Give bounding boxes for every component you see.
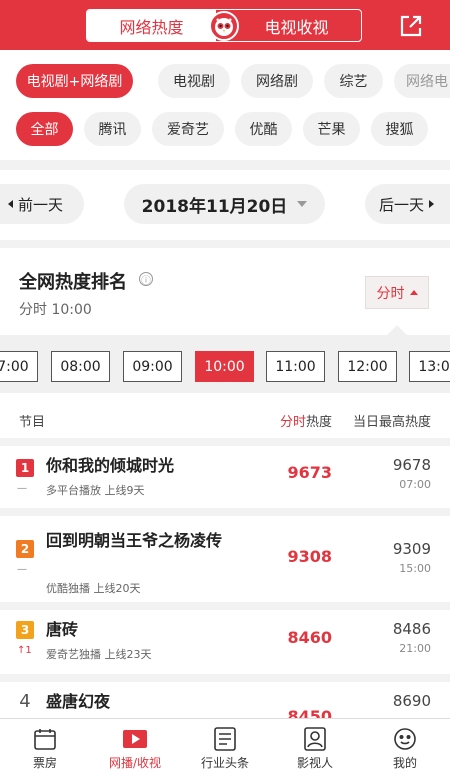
- tab-industry-news-label: 行业头条: [200, 756, 249, 770]
- program-max-time: 15:00: [399, 562, 431, 575]
- date-navigation: 前一天 2018年11月20日 后一天: [0, 170, 450, 240]
- table-row[interactable]: 1 — 你和我的倾城时光 多平台播放 上线9天 9673 9678 07:00: [0, 438, 450, 508]
- table-row[interactable]: 2 — 回到明朝当王爷之杨凌传 优酷独播 上线20天 9308 9309 15:…: [0, 508, 450, 602]
- source-tab-all[interactable]: 全部: [16, 112, 73, 146]
- chevron-down-icon: [297, 201, 308, 207]
- platform-tab-tv-plus-web[interactable]: 电视剧+网络剧: [16, 64, 133, 98]
- program-name: 回到明朝当王爷之杨凌传: [46, 531, 223, 550]
- tab-streaming-ratings-label: 网播/收视: [108, 756, 162, 770]
- chevron-up-icon: [409, 290, 418, 295]
- tab-streaming-ratings[interactable]: 网播/收视: [90, 719, 180, 774]
- current-date: 2018年11月20日: [141, 196, 288, 217]
- program-heat: 8450: [287, 707, 332, 718]
- time-slot-1100[interactable]: 11:00: [266, 351, 325, 382]
- tab-network-heat[interactable]: 网络热度: [87, 10, 216, 41]
- time-slot-strip[interactable]: 07:00 08:00 09:00 10:00 11:00 12:00 13:0…: [0, 335, 450, 393]
- table-row[interactable]: 4 盛唐幻夜 8450 8690: [0, 674, 450, 718]
- category-filters: 电视剧+网络剧 电视剧 网络剧 综艺 网络电 全部 腾讯 爱奇艺 优酷 芒果 搜…: [0, 50, 450, 160]
- program-max-time: 07:00: [399, 478, 431, 491]
- program-name: 盛唐幻夜: [46, 692, 111, 711]
- program-max-heat: 9309: [392, 540, 431, 558]
- calendar-icon: [34, 729, 56, 750]
- ranking-subtitle: 分时 10:00: [19, 302, 92, 318]
- platform-tab-web-movie[interactable]: 网络电: [394, 64, 450, 98]
- program-max-heat: 8486: [392, 620, 431, 638]
- platform-tab-variety[interactable]: 综艺: [324, 64, 383, 98]
- rank-badge: 3: [16, 621, 34, 639]
- program-max-heat: 8690: [392, 692, 431, 710]
- share-icon[interactable]: [398, 13, 424, 39]
- person-card-icon: [304, 727, 326, 751]
- source-tab-sohu[interactable]: 搜狐: [371, 112, 428, 146]
- ranking-title: 全网热度排名: [19, 272, 127, 293]
- column-program: 节目: [19, 415, 46, 430]
- time-slot-0900[interactable]: 09:00: [123, 351, 182, 382]
- column-heat[interactable]: 分时热度: [280, 411, 332, 430]
- tab-film-people[interactable]: 影视人: [270, 719, 360, 774]
- program-heat: 9308: [287, 547, 332, 566]
- program-meta: 爱奇艺独播 上线23天: [46, 648, 152, 661]
- table-row[interactable]: 3 ↑1 唐砖 爱奇艺独播 上线23天 8460 8486 21:00: [0, 602, 450, 674]
- time-mode-toggle[interactable]: 分时: [365, 276, 429, 309]
- table-header: 节目 分时热度 当日最高热度: [0, 403, 450, 438]
- play-icon: [123, 730, 147, 748]
- program-heat: 8460: [287, 628, 332, 647]
- profile-icon: [394, 728, 416, 750]
- bottom-tab-bar: 票房 网播/收视 行业头条 影视人 我的: [0, 718, 450, 774]
- rank-badge: 1: [16, 459, 34, 477]
- heat-rating-switch: 网络热度 电视收视: [86, 9, 362, 42]
- column-daily-max[interactable]: 当日最高热度: [353, 411, 431, 430]
- info-icon[interactable]: ⓘ: [139, 272, 153, 287]
- time-slot-0800[interactable]: 08:00: [51, 351, 110, 382]
- platform-tab-tv[interactable]: 电视剧: [158, 64, 230, 98]
- rank-badge: 4: [19, 690, 31, 712]
- source-tab-iqiyi[interactable]: 爱奇艺: [152, 112, 224, 146]
- source-tab-tencent[interactable]: 腾讯: [84, 112, 141, 146]
- tab-profile-label: 我的: [392, 756, 417, 770]
- rank-trend: ↑1: [17, 645, 32, 656]
- prev-day-label: 前一天: [18, 195, 64, 214]
- program-heat: 9673: [287, 463, 332, 482]
- rank-badge: 2: [16, 540, 34, 558]
- program-name: 唐砖: [46, 620, 79, 639]
- column-heat-label: 热度: [305, 415, 332, 430]
- program-meta: 多平台播放 上线9天: [46, 484, 145, 497]
- date-picker[interactable]: 2018年11月20日: [124, 184, 325, 224]
- rank-trend: —: [17, 564, 27, 575]
- prev-day-button[interactable]: 前一天: [0, 184, 84, 224]
- owl-mascot-icon: [209, 11, 239, 41]
- time-slot-1300[interactable]: 13:00: [409, 351, 450, 382]
- column-heat-prefix: 分时: [279, 415, 306, 430]
- source-tab-mango[interactable]: 芒果: [303, 112, 360, 146]
- tab-box-office[interactable]: 票房: [0, 719, 90, 774]
- tab-industry-news[interactable]: 行业头条: [180, 719, 270, 774]
- caret-right-icon: [429, 200, 435, 208]
- program-name: 你和我的倾城时光: [46, 456, 175, 475]
- caret-left-icon: [8, 200, 13, 208]
- program-meta: 优酷独播 上线20天: [46, 582, 141, 595]
- next-day-label: 后一天: [379, 195, 425, 214]
- ranking-panel: 全网热度排名 ⓘ 分时 10:00 分时 07:00 08:00 09:00 1…: [0, 248, 450, 718]
- rank-trend: —: [17, 483, 27, 494]
- time-slot-1200[interactable]: 12:00: [338, 351, 397, 382]
- time-mode-label: 分时: [376, 285, 405, 302]
- program-max-time: 21:00: [399, 642, 431, 655]
- tab-film-people-label: 影视人: [296, 756, 333, 770]
- source-tab-youku[interactable]: 优酷: [235, 112, 292, 146]
- time-slot-1000[interactable]: 10:00: [195, 351, 254, 382]
- top-header: 网络热度 电视收视: [0, 0, 450, 50]
- news-icon: [214, 727, 236, 751]
- platform-tab-web[interactable]: 网络剧: [241, 64, 313, 98]
- time-slot-0700[interactable]: 07:00: [0, 351, 38, 382]
- tab-box-office-label: 票房: [32, 756, 57, 770]
- next-day-button[interactable]: 后一天: [365, 184, 450, 224]
- program-max-heat: 9678: [392, 456, 431, 474]
- tab-profile[interactable]: 我的: [360, 719, 450, 774]
